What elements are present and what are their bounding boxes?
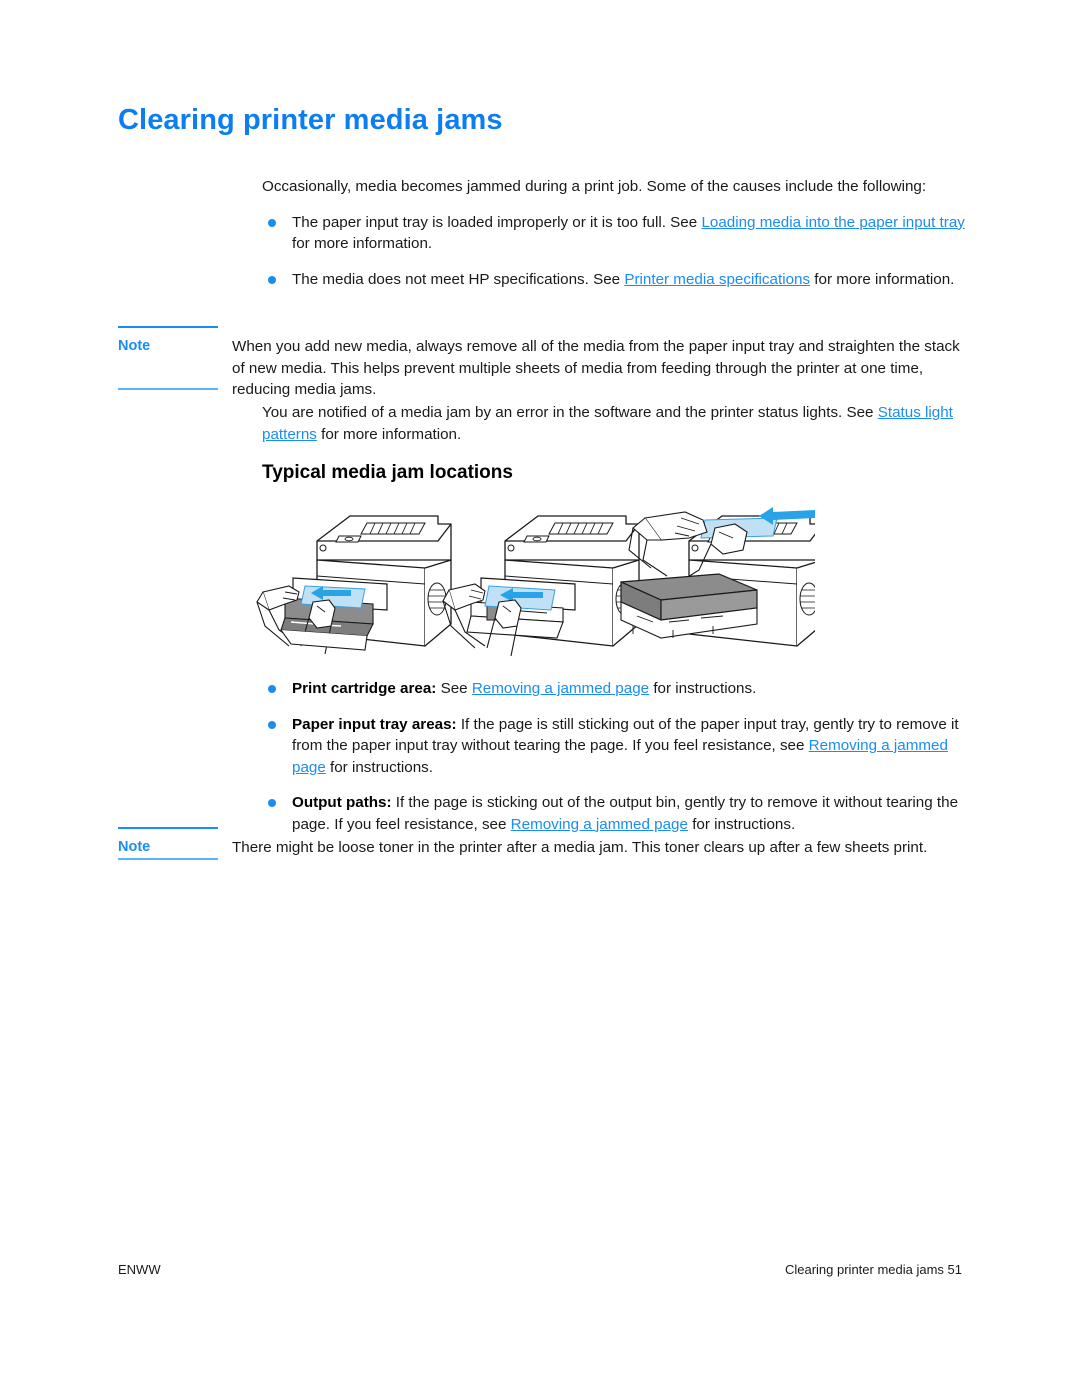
link-loading-media-into-the-paper-input-tray[interactable]: Loading media into the paper input tray xyxy=(701,214,964,231)
note-text: There might be loose toner in the printe… xyxy=(232,839,928,856)
jam-location-lead: Paper input tray areas: xyxy=(292,715,457,733)
bullet-icon xyxy=(268,720,276,729)
bullet-icon xyxy=(268,275,276,284)
note-rule-top xyxy=(118,326,218,328)
page-footer: ENWW Clearing printer media jams 51 xyxy=(0,1262,1080,1284)
list-item: Paper input tray areas: If the page is s… xyxy=(262,714,966,779)
note-rule-top xyxy=(118,827,218,829)
jam-location-lead: Output paths: xyxy=(292,794,392,811)
bullet-icon xyxy=(268,799,276,807)
jam-location-post: for instructions. xyxy=(325,758,433,776)
bullet-icon xyxy=(268,685,276,693)
notified-paragraph-wrap: You are notified of a media jam by an er… xyxy=(262,402,966,459)
cause-text-post: for more information. xyxy=(810,270,955,288)
paper-input-tray-illustration xyxy=(442,515,640,657)
bullet-icon xyxy=(268,218,276,227)
jam-location-post: for instructions. xyxy=(649,680,757,697)
document-page: Clearing printer media jams Occasionally… xyxy=(0,0,1080,1399)
page-title: Clearing printer media jams xyxy=(118,104,503,136)
intro-section: Occasionally, media becomes jammed durin… xyxy=(262,176,966,304)
cause-text-pre: The media does not meet HP specification… xyxy=(292,270,625,288)
jam-locations-list: Print cartridge area: See Removing a jam… xyxy=(262,678,966,835)
link-removing-a-jammed-page[interactable]: Removing a jammed page xyxy=(472,680,649,697)
notified-post: for more information. xyxy=(316,425,462,443)
output-path-illustration xyxy=(620,507,815,647)
footer-locale-code: ENWW xyxy=(118,1262,161,1277)
note-rule-bottom xyxy=(118,858,218,860)
jam-locations-figure-group xyxy=(255,498,815,666)
notified-paragraph: You are notified of a media jam by an er… xyxy=(262,402,966,445)
jam-location-pre: See xyxy=(436,680,472,697)
note-label: Note xyxy=(118,839,151,855)
footer-section-page: Clearing printer media jams 51 xyxy=(784,1262,962,1277)
list-item: The paper input tray is loaded improperl… xyxy=(262,212,966,255)
note-text: When you add new media, always remove al… xyxy=(232,338,960,398)
section-heading: Typical media jam locations xyxy=(262,462,513,483)
intro-paragraph: Occasionally, media becomes jammed durin… xyxy=(262,178,927,195)
link-printer-media-specifications[interactable]: Printer media specifications xyxy=(624,271,810,288)
note-label: Note xyxy=(118,338,151,354)
jam-locations-section: Print cartridge area: See Removing a jam… xyxy=(262,678,966,849)
list-item: The media does not meet HP specification… xyxy=(262,269,966,291)
list-item: Print cartridge area: See Removing a jam… xyxy=(262,678,966,700)
note-rule-bottom xyxy=(118,388,218,390)
cause-text-post: for more information. xyxy=(292,235,433,252)
causes-list: The paper input tray is loaded improperl… xyxy=(262,212,966,291)
cause-text-pre: The paper input tray is loaded improperl… xyxy=(292,213,702,231)
note-block-1: Note When you add new media, always remo… xyxy=(0,326,1080,398)
jam-location-lead: Print cartridge area: xyxy=(292,680,437,697)
print-cartridge-area-illustration xyxy=(256,515,452,655)
note-block-2: Note There might be loose toner in the p… xyxy=(0,827,1080,863)
notified-pre: You are notified of a media jam by an er… xyxy=(262,404,878,421)
